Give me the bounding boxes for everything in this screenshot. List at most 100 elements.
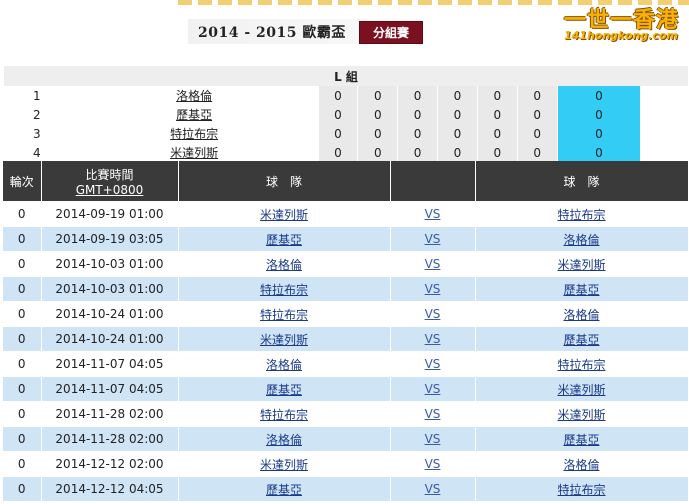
standing-stat: 0: [357, 143, 399, 162]
match-time: 2014-12-12 04:05: [41, 476, 179, 501]
away-team-link[interactable]: 特拉布宗: [557, 208, 605, 222]
match-round: 0: [3, 451, 42, 477]
home-team-link[interactable]: 歷基亞: [266, 383, 302, 397]
match-time: 2014-10-03 01:00: [41, 251, 179, 277]
match-round: 0: [3, 201, 42, 227]
home-team-link[interactable]: 洛格倫: [266, 358, 302, 372]
vs-link[interactable]: VS: [425, 257, 441, 271]
match-time: 2014-10-24 01:00: [41, 326, 179, 352]
away-team-link[interactable]: 米達列斯: [557, 258, 605, 272]
standing-stat: 0: [397, 124, 439, 143]
stage-button[interactable]: 分組賽: [359, 21, 423, 44]
home-team-link[interactable]: 特拉布宗: [260, 408, 308, 422]
match-row: 0 2014-10-03 01:00 特拉布宗 VS 歷基亞: [3, 276, 689, 302]
vs-link[interactable]: VS: [425, 457, 441, 471]
home-team-link[interactable]: 特拉布宗: [260, 308, 308, 322]
vs-link[interactable]: VS: [425, 432, 441, 446]
away-team-link[interactable]: 洛格倫: [563, 308, 599, 322]
standing-stat: 0: [517, 105, 558, 124]
match-time: 2014-11-07 04:05: [41, 351, 179, 377]
home-team-link[interactable]: 米達列斯: [260, 458, 308, 472]
standing-points: 0: [557, 86, 641, 105]
vs-link[interactable]: VS: [425, 282, 441, 296]
match-round: 0: [3, 376, 42, 402]
standing-team-link[interactable]: 特拉布宗: [170, 127, 218, 141]
home-team-link[interactable]: 洛格倫: [266, 433, 302, 447]
standing-stat: 0: [437, 86, 478, 105]
away-team-link[interactable]: 米達列斯: [557, 383, 605, 397]
standings-row: 3 特拉布宗 0 0 0 0 0 0 0: [4, 124, 688, 143]
vs-link[interactable]: VS: [425, 357, 441, 371]
away-team-link[interactable]: 歷基亞: [563, 283, 599, 297]
competition-title: 2014 - 2015 歐霸盃: [198, 25, 346, 41]
match-time: 2014-10-03 01:00: [41, 276, 179, 302]
match-row: 0 2014-12-12 02:00 米達列斯 VS 洛格倫: [3, 451, 689, 477]
col-header-home-team: 球 隊: [178, 161, 391, 202]
standing-stat: 0: [357, 105, 399, 124]
standing-points: 0: [557, 143, 641, 162]
standing-rank: 4: [33, 145, 41, 160]
home-team-link[interactable]: 洛格倫: [266, 258, 302, 272]
match-row: 0 2014-12-12 04:05 歷基亞 VS 特拉布宗: [3, 476, 689, 501]
standings-row: 2 歷基亞 0 0 0 0 0 0 0: [4, 105, 688, 124]
standing-stat: 0: [517, 124, 558, 143]
standing-stat: 0: [437, 105, 478, 124]
standings-row: 1 洛格倫 0 0 0 0 0 0 0: [4, 86, 688, 105]
match-row: 0 2014-11-07 04:05 洛格倫 VS 特拉布宗: [3, 351, 689, 377]
away-team-link[interactable]: 特拉布宗: [557, 483, 605, 497]
standing-stat: 0: [437, 124, 478, 143]
match-time: 2014-10-24 01:00: [41, 301, 179, 327]
vs-link[interactable]: VS: [425, 232, 441, 246]
match-round: 0: [3, 401, 42, 427]
vs-link[interactable]: VS: [425, 332, 441, 346]
site-logo[interactable]: 一世一香港 141hongkong.com: [560, 2, 688, 46]
standing-team-link[interactable]: 米達列斯: [170, 146, 218, 160]
away-team-link[interactable]: 米達列斯: [557, 408, 605, 422]
vs-link[interactable]: VS: [425, 207, 441, 221]
home-team-link[interactable]: 米達列斯: [260, 333, 308, 347]
timezone-link[interactable]: GMT+0800: [42, 183, 178, 197]
standing-team-link[interactable]: 歷基亞: [176, 108, 212, 122]
match-row: 0 2014-09-19 03:05 歷基亞 VS 洛格倫: [3, 226, 689, 252]
vs-link[interactable]: VS: [425, 407, 441, 421]
match-row: 0 2014-09-19 01:00 米達列斯 VS 特拉布宗: [3, 201, 689, 227]
home-team-link[interactable]: 特拉布宗: [260, 283, 308, 297]
group-name: L 組: [4, 66, 688, 86]
col-header-time-label: 比賽時間: [85, 167, 134, 182]
standing-stat: 0: [318, 86, 359, 105]
vs-link[interactable]: VS: [425, 382, 441, 396]
away-team-link[interactable]: 歷基亞: [563, 433, 599, 447]
away-team-link[interactable]: 洛格倫: [563, 458, 599, 472]
col-header-vs: [390, 161, 476, 202]
standing-rank: 3: [33, 126, 41, 141]
away-team-link[interactable]: 特拉布宗: [557, 358, 605, 372]
standing-points: 0: [557, 124, 641, 143]
match-row: 0 2014-10-24 01:00 米達列斯 VS 歷基亞: [3, 326, 689, 352]
standing-stat: 0: [318, 105, 359, 124]
standing-stat: 0: [397, 143, 439, 162]
standing-points: 0: [557, 105, 641, 124]
standing-stat: 0: [477, 105, 518, 124]
home-team-link[interactable]: 歷基亞: [266, 483, 302, 497]
vs-link[interactable]: VS: [425, 307, 441, 321]
standing-rank: 2: [33, 107, 41, 122]
match-round: 0: [3, 326, 42, 352]
standing-team-link[interactable]: 洛格倫: [176, 89, 212, 103]
match-schedule-table: 輪次 比賽時間 GMT+0800 球 隊 球 隊 0 2014-09-19 01:…: [3, 161, 689, 501]
vs-link[interactable]: VS: [425, 482, 441, 496]
match-time: 2014-11-07 04:05: [41, 376, 179, 402]
home-team-link[interactable]: 歷基亞: [266, 233, 302, 247]
logo-domain-text: 141hongkong.com: [564, 29, 678, 42]
match-round: 0: [3, 476, 42, 501]
match-round: 0: [3, 251, 42, 277]
match-row: 0 2014-10-24 01:00 特拉布宗 VS 洛格倫: [3, 301, 689, 327]
standing-stat: 0: [477, 124, 518, 143]
away-team-link[interactable]: 歷基亞: [563, 333, 599, 347]
match-row: 0 2014-10-03 01:00 洛格倫 VS 米達列斯: [3, 251, 689, 277]
standings-row: 4 米達列斯 0 0 0 0 0 0 0: [4, 143, 688, 162]
standing-stat: 0: [357, 124, 399, 143]
group-standings-table: L 組 1 洛格倫 0 0 0 0 0 0 0 2 歷基亞 0 0 0 0 0 0 0 3 特拉布宗 0 0 0 0 0 0 0 4 米…: [4, 66, 688, 162]
away-team-link[interactable]: 洛格倫: [563, 233, 599, 247]
home-team-link[interactable]: 米達列斯: [260, 208, 308, 222]
match-row: 0 2014-11-28 02:00 特拉布宗 VS 米達列斯: [3, 401, 689, 427]
